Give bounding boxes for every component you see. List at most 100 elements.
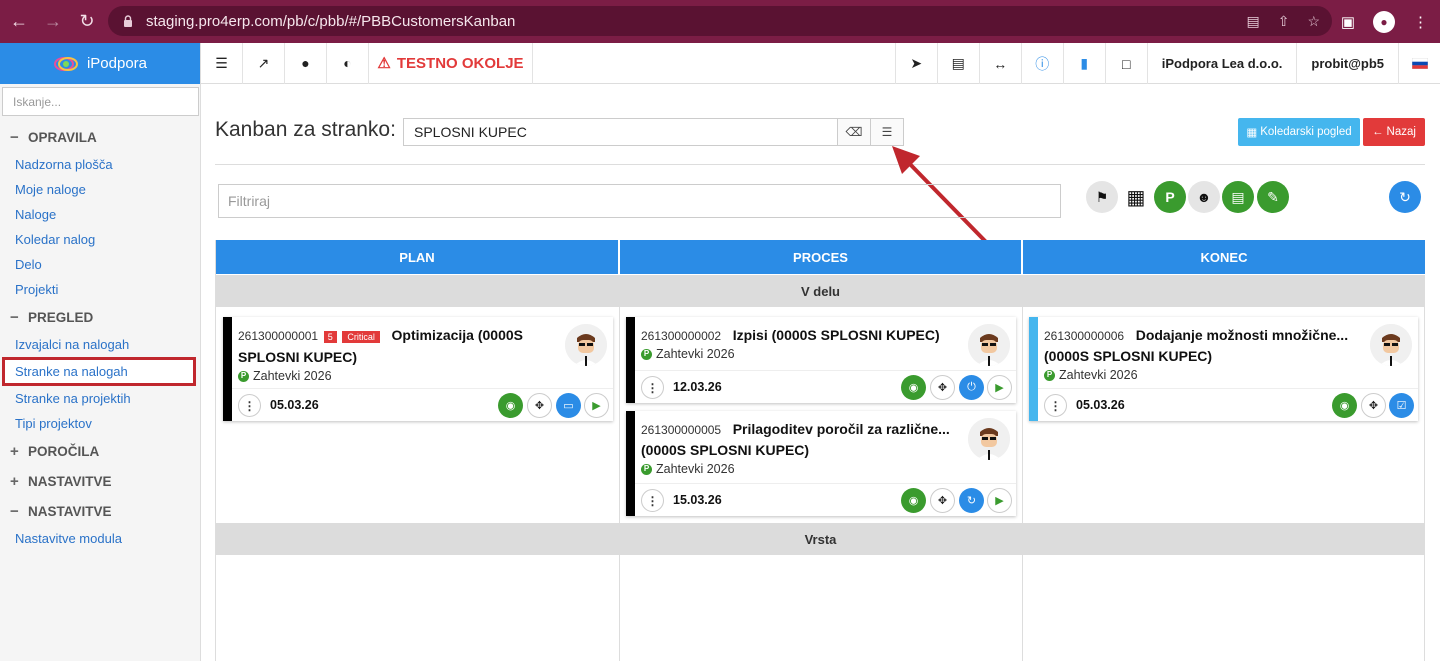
- sidebar-menu: − OPRAVILA Nadzorna plošča Moje naloge Nalog…: [0, 122, 200, 551]
- sidebar-item[interactable]: Nastavitve modula: [0, 526, 200, 551]
- eraser-button[interactable]: ⌫: [837, 118, 871, 146]
- sidebar-section[interactable]: + NASTAVITVE: [0, 466, 200, 496]
- sidebar-item[interactable]: Projekti: [0, 277, 200, 302]
- card-title: Optimizacija (0000S: [391, 327, 524, 343]
- sidebar-toggle-icon[interactable]: ▣: [1341, 13, 1355, 31]
- calendar-icon: ▦: [1246, 127, 1258, 139]
- view-eye-icon[interactable]: ◉: [901, 375, 926, 400]
- folder-open-icon[interactable]: ▭: [556, 393, 581, 418]
- kanban-card[interactable]: 261300000006 Dodajanje možnosti množične…: [1029, 317, 1418, 421]
- filter-input[interactable]: Filtriraj: [218, 184, 1061, 218]
- env-warning-text: TESTNO OKOLJE: [396, 54, 524, 72]
- minus-icon: −: [10, 308, 19, 326]
- card-title-cont: SPLOSNI KUPEC): [238, 349, 358, 365]
- refresh-icon[interactable]: ↻: [959, 488, 984, 513]
- refresh-icon[interactable]: ↻: [1389, 181, 1421, 213]
- card-menu-icon[interactable]: ⋮: [238, 394, 261, 417]
- kanban-card[interactable]: 261300000001 5 Critical Optimizacija (00…: [223, 317, 613, 421]
- money-icon[interactable]: ▤: [936, 43, 979, 84]
- play-icon[interactable]: ▶: [987, 375, 1012, 400]
- brand[interactable]: iPodpora: [0, 43, 200, 84]
- card-menu-icon[interactable]: ⋮: [641, 376, 664, 399]
- project-icon[interactable]: P: [1154, 181, 1186, 213]
- sidebar-section-title: POROČILA: [28, 443, 100, 459]
- minus-icon: −: [10, 502, 19, 520]
- book-icon[interactable]: ▮: [1062, 43, 1105, 84]
- sidebar-section-title: NASTAVITVE: [28, 473, 112, 489]
- sidebar-item[interactable]: Moje naloge: [0, 177, 200, 202]
- menu-icon[interactable]: ⋮: [1413, 13, 1428, 31]
- move-icon[interactable]: ✥: [930, 375, 955, 400]
- customer-input[interactable]: SPLOSNI KUPEC: [403, 118, 839, 146]
- sidebar-item[interactable]: Naloge: [0, 202, 200, 227]
- play-icon[interactable]: ▶: [987, 488, 1012, 513]
- info-icon[interactable]: ⓘ: [1020, 43, 1063, 84]
- cards-icon[interactable]: ▤: [1222, 181, 1254, 213]
- eraser-icon: ⌫: [845, 125, 863, 139]
- clipboard-icon[interactable]: ▦: [1120, 181, 1152, 213]
- send-icon[interactable]: ➤: [894, 43, 937, 84]
- sidebar-item[interactable]: Izvajalci na nalogah: [0, 332, 200, 357]
- calendar-view-button[interactable]: ▦ Koledarski pogled: [1238, 118, 1360, 146]
- kanban-card[interactable]: 261300000005 Prilagoditev poročil za raz…: [626, 411, 1016, 516]
- translate-icon[interactable]: ▤: [1246, 13, 1259, 30]
- profile-icon[interactable]: ●: [1373, 10, 1395, 33]
- back-button[interactable]: ← Nazaj: [1363, 118, 1425, 146]
- tags-icon[interactable]: ⚑: [1086, 181, 1118, 213]
- list-menu-icon[interactable]: ☰: [201, 42, 243, 84]
- card-title: Dodajanje možnosti množične...: [1135, 327, 1349, 343]
- share-icon[interactable]: ⇧: [1278, 13, 1290, 30]
- column-divider: [1022, 555, 1023, 661]
- project-dot-icon: P: [238, 370, 249, 382]
- sidebar-item[interactable]: Delo: [0, 252, 200, 277]
- move-icon[interactable]: ✥: [527, 393, 552, 418]
- external-link-icon[interactable]: ↗: [243, 42, 285, 84]
- reload-icon[interactable]: ↻: [72, 7, 102, 37]
- sidebar-item[interactable]: Nadzorna plošča: [0, 152, 200, 177]
- money-bag-icon[interactable]: ●: [285, 42, 327, 84]
- sidebar-section[interactable]: − PREGLED: [0, 302, 200, 332]
- view-eye-icon[interactable]: ◉: [1332, 393, 1357, 418]
- sidebar-item[interactable]: Koledar nalog: [0, 227, 200, 252]
- card-date: 05.03.26: [270, 398, 319, 412]
- forward-arrow-icon[interactable]: →: [38, 7, 68, 37]
- sidebar-item[interactable]: Stranke na nalogah: [2, 357, 196, 386]
- kanban-card[interactable]: 261300000002 Izpisi (0000S SPLOSNI KUPEC…: [626, 317, 1016, 403]
- document-icon[interactable]: □: [1104, 43, 1147, 84]
- card-date: 05.03.26: [1076, 398, 1125, 412]
- card-project: Zahtevki 2026: [656, 462, 735, 476]
- power-icon[interactable]: ⏻: [959, 375, 984, 400]
- move-icon[interactable]: ✥: [930, 488, 955, 513]
- logo-icon: [53, 56, 78, 71]
- plus-icon: +: [10, 442, 19, 460]
- flag-si-icon[interactable]: [1398, 43, 1440, 84]
- address-bar[interactable]: staging.pro4erp.com/pb/c/pbb/#/PBBCustom…: [108, 6, 1332, 36]
- card-menu-icon[interactable]: ⋮: [1044, 394, 1067, 417]
- back-arrow-icon[interactable]: ←: [4, 7, 34, 37]
- star-icon[interactable]: ☆: [1307, 13, 1320, 30]
- sidebar-section[interactable]: + POROČILA: [0, 436, 200, 466]
- move-icon[interactable]: ✥: [1361, 393, 1386, 418]
- company-name[interactable]: iPodpora Lea d.o.o.: [1146, 43, 1297, 84]
- view-eye-icon[interactable]: ◉: [901, 488, 926, 513]
- user-name[interactable]: probit@pb5: [1296, 43, 1398, 84]
- card-title: Prilagoditev poročil za različne...: [732, 421, 950, 437]
- pencil-icon[interactable]: ✎: [1257, 181, 1289, 213]
- check-square-icon[interactable]: ☑: [1389, 393, 1414, 418]
- sidebar-section[interactable]: − OPRAVILA: [0, 122, 200, 152]
- view-eye-icon[interactable]: ◉: [498, 393, 523, 418]
- teamviewer-icon[interactable]: ↔: [978, 43, 1021, 84]
- play-icon[interactable]: ▶: [584, 393, 609, 418]
- sidebar-section[interactable]: − NASTAVITVE: [0, 496, 200, 526]
- priority-badge: Critical: [342, 331, 380, 343]
- card-title-cont: (0000S SPLOSNI KUPEC): [1044, 348, 1213, 364]
- sidebar-item[interactable]: Tipi projektov: [0, 411, 200, 436]
- browser-chrome: ← → ↻ staging.pro4erp.com/pb/c/pbb/#/PBB…: [0, 0, 1440, 43]
- user-avatar-icon[interactable]: ☻: [1188, 181, 1220, 213]
- card-menu-icon[interactable]: ⋮: [641, 489, 664, 512]
- sidebar-search-input[interactable]: Iskanje...: [2, 87, 199, 116]
- contrast-icon[interactable]: ◐: [327, 42, 369, 84]
- warning-icon: ⚠: [377, 55, 391, 72]
- column-divider: [619, 555, 620, 661]
- sidebar-item[interactable]: Stranke na projektih: [0, 386, 200, 411]
